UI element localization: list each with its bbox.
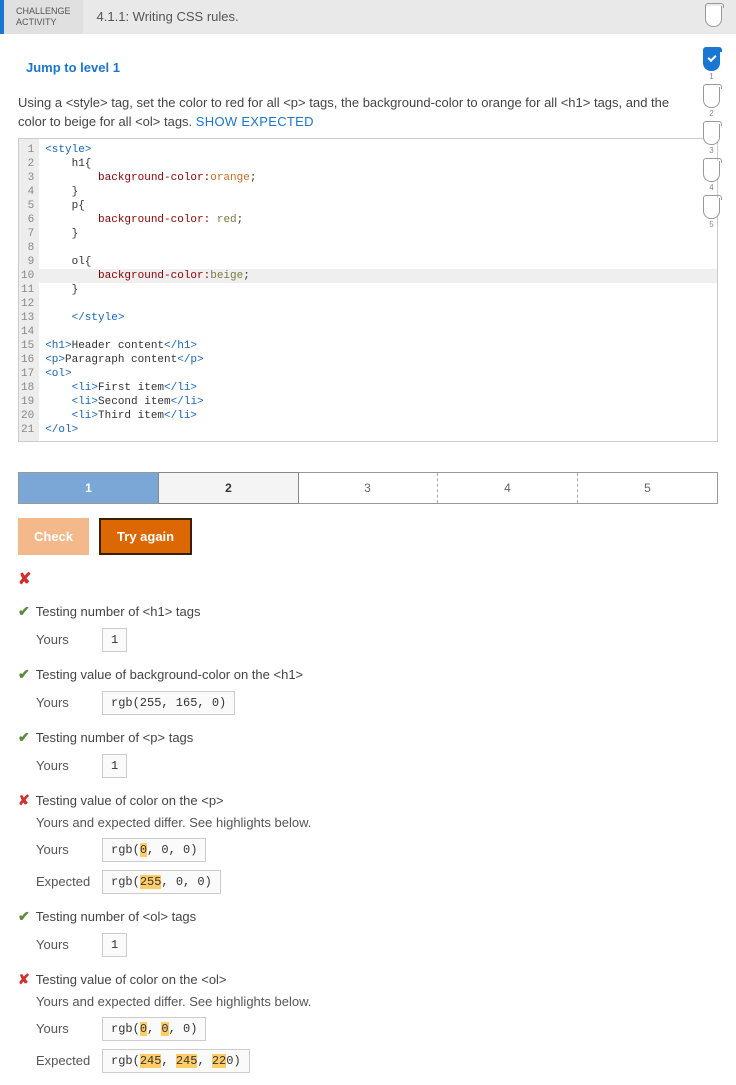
test-4: ✘ Testing value of color on the <p> Yours…	[18, 792, 718, 894]
test-3: ✔ Testing number of <p> tags Yours 1	[18, 729, 718, 778]
expected-value: rgb(245, 245, 220)	[102, 1049, 250, 1073]
yours-label: Yours	[36, 1021, 92, 1036]
test-label: Testing number of <ol> tags	[36, 909, 196, 924]
progress-item-2[interactable]: 2	[703, 87, 720, 118]
show-expected-link[interactable]: SHOW EXPECTED	[196, 114, 314, 129]
level-tab-2[interactable]: 2	[158, 472, 299, 504]
header-shield	[705, 6, 722, 30]
test-1: ✔ Testing number of <h1> tags Yours 1	[18, 603, 718, 652]
test-6: ✘ Testing value of color on the <ol> Your…	[18, 971, 718, 1073]
level-tab-3[interactable]: 3	[298, 473, 438, 503]
yours-value: 1	[102, 933, 127, 957]
code-editor[interactable]: 123456789101112131415161718192021 <style…	[18, 138, 718, 442]
level-tab-1[interactable]: 1	[19, 473, 159, 503]
button-row: Check Try again	[18, 518, 718, 555]
shield-icon	[703, 50, 720, 71]
x-icon: ✘	[18, 792, 30, 809]
jump-to-level-link[interactable]: Jump to level 1	[26, 60, 718, 75]
shield-icon	[703, 124, 720, 145]
check-icon: ✔	[18, 729, 30, 746]
yours-label: Yours	[36, 695, 92, 710]
expected-value: rgb(255, 0, 0)	[102, 870, 221, 894]
check-icon: ✔	[18, 603, 30, 620]
yours-label: Yours	[36, 842, 92, 857]
challenge-line1: CHALLENGE	[16, 6, 71, 17]
yours-value: rgb(0, 0, 0)	[102, 1017, 206, 1041]
progress-item-4[interactable]: 4	[703, 161, 720, 192]
yours-label: Yours	[36, 632, 92, 647]
check-button[interactable]: Check	[18, 518, 89, 555]
yours-label: Yours	[36, 758, 92, 773]
test-label: Testing number of <p> tags	[36, 730, 194, 745]
overall-fail: ✘	[18, 569, 718, 589]
challenge-badge: CHALLENGE ACTIVITY	[0, 0, 83, 34]
try-again-button[interactable]: Try again	[99, 518, 192, 555]
shield-icon	[703, 198, 720, 219]
progress-item-5[interactable]: 5	[703, 198, 720, 229]
expected-label: Expected	[36, 1053, 92, 1068]
content-area: Jump to level 1 Using a <style> tag, set…	[0, 34, 736, 1085]
progress-column: 1 2 3 4 5	[703, 50, 720, 229]
test-5: ✔ Testing number of <ol> tags Yours 1	[18, 908, 718, 957]
line-gutter: 123456789101112131415161718192021	[19, 139, 39, 441]
instruction-body: Using a <style> tag, set the color to re…	[18, 95, 669, 130]
level-tab-5[interactable]: 5	[578, 473, 717, 503]
test-label: Testing value of color on the <ol>	[36, 972, 227, 987]
check-icon: ✔	[18, 666, 30, 683]
progress-item-1[interactable]: 1	[703, 50, 720, 81]
shield-icon	[705, 6, 722, 27]
activity-title: 4.1.1: Writing CSS rules.	[83, 9, 239, 24]
yours-value: 1	[102, 754, 127, 778]
x-icon: ✘	[18, 571, 31, 588]
expected-label: Expected	[36, 874, 92, 889]
x-icon: ✘	[18, 971, 30, 988]
test-label: Testing number of <h1> tags	[36, 604, 201, 619]
yours-label: Yours	[36, 937, 92, 952]
shield-icon	[703, 87, 720, 108]
diff-message: Yours and expected differ. See highlight…	[18, 994, 718, 1009]
instruction-text: Using a <style> tag, set the color to re…	[18, 93, 693, 132]
progress-item-3[interactable]: 3	[703, 124, 720, 155]
level-tab-4[interactable]: 4	[438, 473, 578, 503]
yours-value: rgb(255, 165, 0)	[102, 691, 235, 715]
level-tabs: 1 2 3 4 5	[18, 472, 718, 504]
yours-value: 1	[102, 628, 127, 652]
check-icon: ✔	[18, 908, 30, 925]
yours-value: rgb(0, 0, 0)	[102, 838, 206, 862]
code-area[interactable]: <style> h1{ background-color:orange; } p…	[39, 139, 717, 441]
test-label: Testing value of background-color on the…	[36, 667, 303, 682]
test-2: ✔ Testing value of background-color on th…	[18, 666, 718, 715]
diff-message: Yours and expected differ. See highlight…	[18, 815, 718, 830]
shield-icon	[703, 161, 720, 182]
challenge-line2: ACTIVITY	[16, 17, 71, 28]
test-label: Testing value of color on the <p>	[36, 793, 224, 808]
header-bar: CHALLENGE ACTIVITY 4.1.1: Writing CSS ru…	[0, 0, 736, 34]
